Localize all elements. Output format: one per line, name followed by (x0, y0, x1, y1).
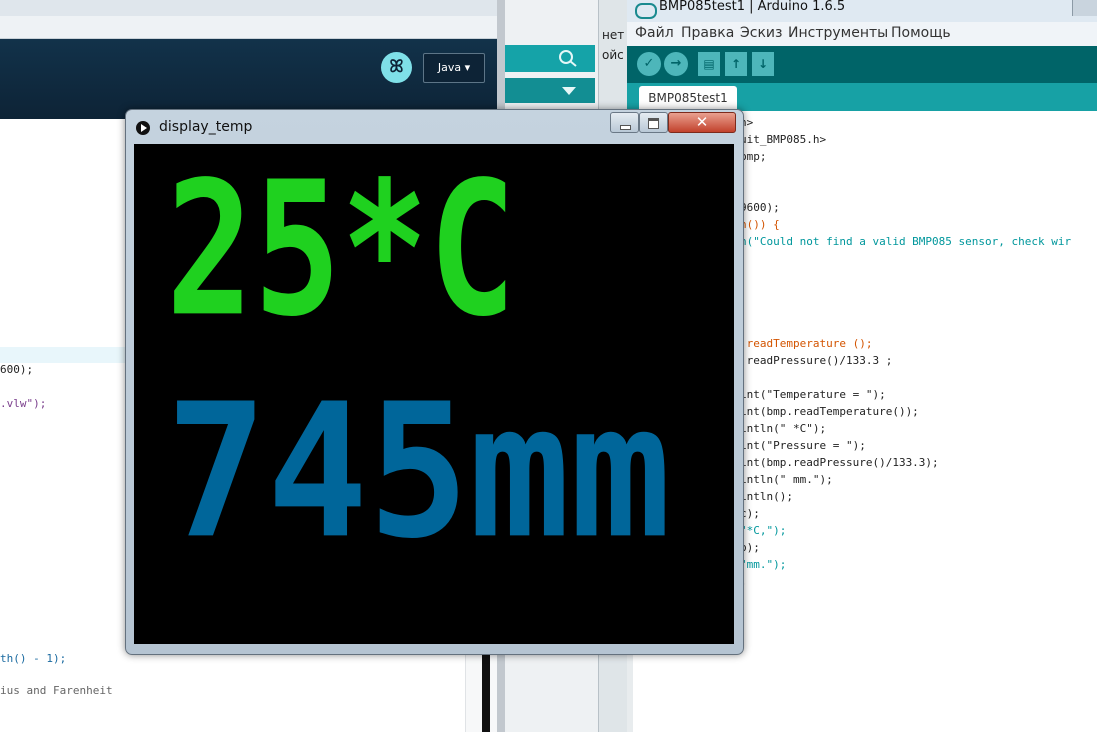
dropdown-strip (505, 78, 595, 103)
arduino-menu-bar: Файл Правка Эскиз Инструменты Помощь (627, 22, 1097, 46)
menu-strip (0, 16, 497, 39)
code-line: .vlw"); (0, 397, 47, 410)
pressure-readout: 745mm (166, 363, 671, 580)
window-title-strip (0, 0, 505, 16)
display-temp-window: display_temp ✕ 25*C 745mm (125, 109, 744, 655)
verify-icon[interactable]: ✓ (637, 52, 661, 76)
close-button[interactable]: ✕ (668, 112, 736, 133)
menu-sketch[interactable]: Эскиз (740, 25, 782, 41)
temperature-readout: 25*C (166, 144, 516, 358)
code-line: "*C,"); (740, 524, 787, 537)
play-icon (136, 121, 150, 135)
window-title: BMP085test1 | Arduino 1.6.5 (659, 0, 846, 14)
code-line: int("Pressure = "); (740, 439, 866, 452)
arduino-toolbar: ✓ → ▤ ↑ ↓ (627, 46, 1097, 83)
code-line: intln(" *C"); (740, 422, 827, 435)
search-bar-strip (505, 45, 595, 72)
minimize-button[interactable] (610, 112, 639, 133)
maximize-button[interactable] (639, 112, 668, 133)
code-line: intln(" mm."); (740, 473, 833, 486)
mode-dropdown[interactable]: Java ▾ (423, 53, 485, 83)
code-line: int("Temperature = "); (740, 388, 886, 401)
menu-edit[interactable]: Правка (681, 25, 734, 41)
code-line: th() - 1); (0, 652, 67, 665)
partial-text-line: ойс (602, 48, 624, 62)
arduino-logo-icon (635, 3, 657, 19)
search-icon[interactable] (557, 48, 579, 68)
code-line: 9600); (740, 201, 780, 214)
window-control-button[interactable] (1072, 0, 1097, 16)
code-line: int(bmp.readPressure()/133.3); (740, 456, 939, 469)
code-line: n()) { (740, 218, 780, 231)
code-line: 600); (0, 363, 34, 376)
sketch-canvas: 25*C 745mm (134, 144, 734, 644)
window-title: display_temp (159, 119, 253, 135)
code-line: int(bmp.readTemperature()); (740, 405, 919, 418)
code-comment-line: ius and Farenheit (0, 684, 113, 697)
upload-icon[interactable]: → (664, 52, 688, 76)
code-line: .readPressure()/133.3 ; (740, 354, 893, 367)
code-line: .readTemperature (); (740, 337, 873, 350)
open-file-icon[interactable]: ↑ (725, 52, 747, 76)
code-line: "mm."); (740, 558, 787, 571)
new-file-icon[interactable]: ▤ (698, 52, 720, 76)
arduino-title-bar: BMP085test1 | Arduino 1.6.5 (627, 0, 1097, 22)
debug-mode-button[interactable]: ꕤ (381, 52, 412, 83)
partial-text: нет ойс (602, 25, 627, 65)
code-line: intln(); (740, 490, 793, 503)
current-line-highlight (0, 347, 125, 363)
sketch-tab[interactable]: BMP085test1 (639, 86, 737, 111)
sketch-tab-bar: BMP085test1 (627, 83, 1097, 111)
menu-file[interactable]: Файл (635, 25, 674, 41)
chevron-down-icon[interactable] (561, 85, 577, 97)
menu-tools[interactable]: Инструменты (788, 25, 888, 41)
menu-help[interactable]: Помощь (891, 25, 951, 41)
partial-text-line: нет (602, 28, 625, 42)
code-line: n("Could not find a valid BMP085 sensor,… (740, 235, 1072, 248)
close-icon: ✕ (695, 113, 709, 131)
code-line: uit_BMP085.h> (740, 133, 827, 146)
save-file-icon[interactable]: ↓ (752, 52, 774, 76)
